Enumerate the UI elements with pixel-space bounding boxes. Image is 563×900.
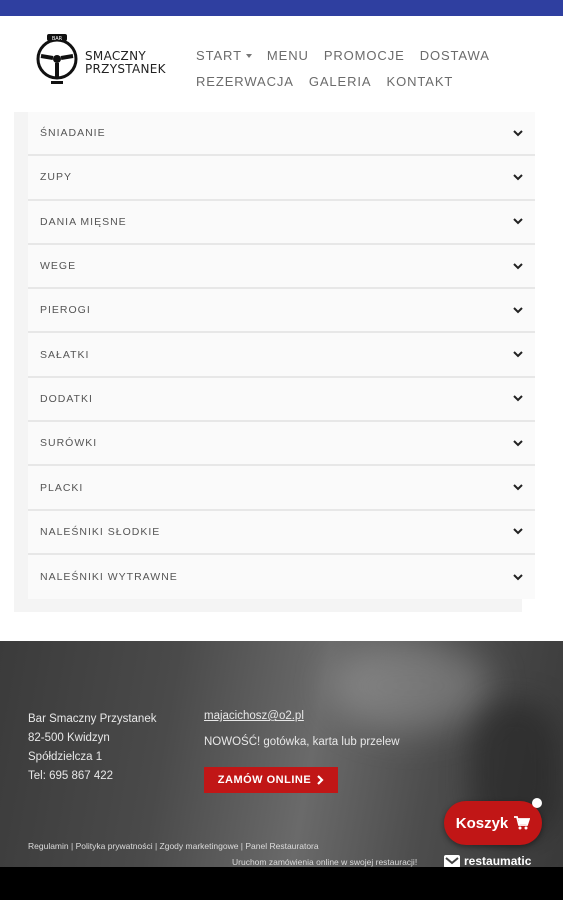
link-regulamin[interactable]: Regulamin	[28, 841, 69, 851]
restaumatic-brand: restaumatic	[464, 854, 532, 867]
nav-rezerwacja[interactable]: REZERWACJA	[196, 74, 294, 89]
restaumatic-logo[interactable]: restaumatic	[444, 854, 531, 867]
top-accent-bar	[0, 0, 563, 16]
nav-start[interactable]: START	[196, 48, 252, 63]
category-label: ŚNIADANIE	[40, 127, 106, 140]
chevron-down-icon	[513, 394, 523, 404]
category-placki[interactable]: PLACKI	[28, 466, 535, 511]
chevron-down-icon	[513, 483, 523, 493]
footer-links: Regulamin | Polityka prywatności | Zgody…	[28, 841, 319, 851]
address-name: Bar Smaczny Przystanek	[28, 713, 157, 725]
chevron-down-icon	[513, 527, 523, 537]
payment-info: NOWOŚĆ! gotówka, karta lub przelew	[204, 736, 400, 748]
cart-button[interactable]: Koszyk	[444, 801, 542, 845]
category-label: ZUPY	[40, 171, 73, 184]
category-dodatki[interactable]: DODATKI	[28, 377, 535, 423]
chevron-right-icon	[317, 775, 324, 785]
brand-name: SMACZNY PRZYSTANEK	[85, 50, 166, 76]
steering-wheel-logo-icon: BAR	[36, 34, 78, 84]
chevron-down-icon	[513, 172, 523, 182]
category-surowki[interactable]: SURÓWKI	[28, 422, 535, 467]
chevron-down-icon	[513, 350, 523, 360]
category-dania-miesne[interactable]: DANIA MIĘSNE	[28, 200, 535, 245]
category-label: NALEŚNIKI WYTRAWNE	[40, 571, 178, 584]
logo[interactable]: BAR SMACZNY PRZYSTANEK	[33, 30, 173, 88]
category-zupy[interactable]: ZUPY	[28, 156, 535, 201]
nav-kontakt[interactable]: KONTAKT	[387, 74, 454, 89]
category-label: DANIA MIĘSNE	[40, 215, 127, 228]
address-phone[interactable]: Tel: 695 867 422	[28, 767, 156, 786]
category-wege[interactable]: WEGE	[28, 244, 535, 290]
category-salatki[interactable]: SAŁATKI	[28, 333, 535, 378]
category-pierogi[interactable]: PIEROGI	[28, 289, 535, 334]
category-label: DODATKI	[40, 392, 93, 405]
restaumatic-icon	[444, 854, 460, 867]
nav-start-label: START	[196, 47, 242, 63]
brand-name-line2: PRZYSTANEK	[85, 62, 166, 76]
main-nav: START MENU PROMOCJE DOSTAWA REZERWACJA G…	[196, 42, 496, 94]
logo-sign-text: BAR	[52, 36, 63, 42]
cart-label: Koszyk	[455, 814, 509, 832]
chevron-down-icon	[513, 261, 523, 271]
category-nalesniki-slodkie[interactable]: NALEŚNIKI SŁODKIE	[28, 510, 535, 555]
category-label: PLACKI	[40, 481, 84, 494]
restaumatic-promo[interactable]: Uruchom zamówienia online w swojej resta…	[232, 857, 417, 867]
address-city: 82-500 Kwidzyn	[28, 732, 110, 744]
order-online-label: ZAMÓW ONLINE	[217, 774, 312, 786]
category-label: PIEROGI	[40, 304, 91, 317]
footer-contact: majacichosz@o2.pl NOWOŚĆ! gotówka, karta…	[204, 710, 400, 748]
link-polityka[interactable]: Polityka prywatności	[76, 841, 153, 851]
link-panel[interactable]: Panel Restauratora	[245, 841, 318, 851]
category-label: NALEŚNIKI SŁODKIE	[40, 525, 161, 538]
link-zgody[interactable]: Zgody marketingowe	[160, 841, 239, 851]
nav-galeria[interactable]: GALERIA	[309, 74, 372, 89]
category-sniadanie[interactable]: ŚNIADANIE	[28, 112, 535, 157]
nav-promocje[interactable]: PROMOCJE	[324, 48, 405, 63]
nav-menu[interactable]: MENU	[267, 48, 309, 63]
nav-dostawa[interactable]: DOSTAWA	[420, 48, 490, 63]
category-label: WEGE	[40, 260, 77, 273]
chevron-down-icon	[513, 217, 523, 227]
chevron-down-icon	[513, 572, 523, 582]
category-label: SURÓWKI	[40, 437, 98, 450]
email-link[interactable]: majacichosz@o2.pl	[204, 710, 400, 722]
caret-down-icon	[245, 54, 252, 59]
shopping-cart-icon	[514, 816, 531, 830]
cart-badge	[532, 798, 542, 808]
category-label: SAŁATKI	[40, 348, 90, 361]
address-street: Spółdzielcza 1	[28, 751, 103, 763]
system-navigation-bar	[0, 867, 563, 900]
chevron-down-icon	[513, 128, 523, 138]
category-nalesniki-wytrawne[interactable]: NALEŚNIKI WYTRAWNE	[28, 554, 535, 600]
footer-address: Bar Smaczny Przystanek 82-500 Kwidzyn Sp…	[28, 710, 156, 786]
site-header: BAR SMACZNY PRZYSTANEK START MENU PROMOC…	[0, 16, 563, 112]
chevron-down-icon	[513, 438, 523, 448]
order-online-button[interactable]: ZAMÓW ONLINE	[204, 767, 338, 793]
menu-category-list: ŚNIADANIE ZUPY DANIA MIĘSNE WEGE PIEROGI…	[28, 112, 535, 600]
chevron-down-icon	[513, 305, 523, 315]
